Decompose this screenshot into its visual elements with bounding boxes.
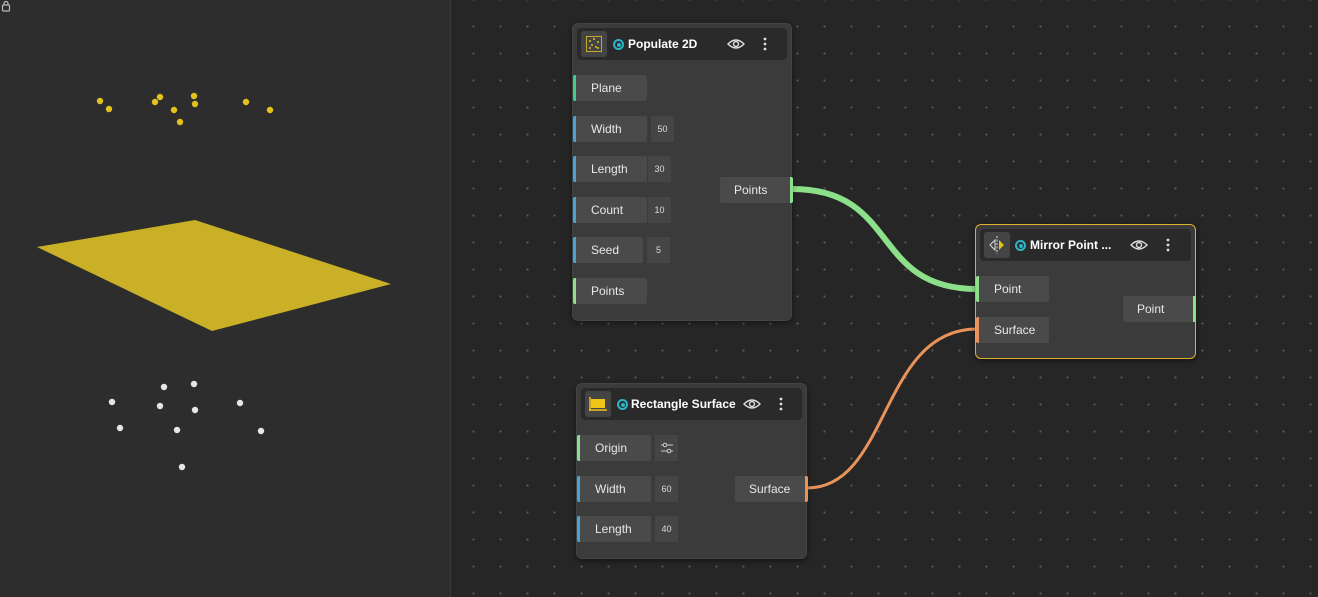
viewport-point <box>176 118 184 126</box>
viewport-point <box>156 402 164 410</box>
input-port-plane[interactable]: Plane <box>573 75 647 101</box>
viewport-point <box>96 97 104 105</box>
output-port-point[interactable]: Point <box>1123 296 1196 322</box>
viewport-point <box>173 426 181 434</box>
port-label: Origin <box>595 441 628 455</box>
status-dot-icon[interactable] <box>1015 240 1026 251</box>
viewport-point <box>151 98 159 106</box>
rectangle-surface-preview <box>37 220 391 331</box>
mirror-icon <box>984 232 1010 258</box>
port-label: Surface <box>749 482 791 496</box>
3d-viewport[interactable] <box>0 0 451 597</box>
eye-icon[interactable] <box>727 37 745 51</box>
viewport-point <box>242 98 250 106</box>
eye-icon[interactable] <box>1130 238 1148 252</box>
viewport-point <box>257 427 265 435</box>
value-field[interactable]: 5 <box>646 237 670 263</box>
port-label: Points <box>734 183 768 197</box>
source-points-group <box>108 380 265 471</box>
lock-icon[interactable] <box>0 0 12 12</box>
node-header[interactable]: Populate 2D <box>577 28 787 60</box>
kebab-menu-icon[interactable] <box>777 396 785 412</box>
input-port-width[interactable]: Width 50 <box>573 116 674 142</box>
port-label: Point <box>994 282 1022 296</box>
sliders-icon[interactable] <box>654 435 678 461</box>
port-label: Point <box>1137 302 1165 316</box>
status-dot-icon[interactable] <box>613 39 624 50</box>
input-port-surface[interactable]: Surface <box>976 317 1049 343</box>
value-field[interactable]: 50 <box>650 116 674 142</box>
node-title: Mirror Point ... <box>1030 238 1112 252</box>
input-port-width[interactable]: Width 60 <box>577 476 678 502</box>
input-port-origin[interactable]: Origin <box>577 435 678 461</box>
input-port-length[interactable]: Length 30 <box>573 156 671 182</box>
viewport-point <box>190 380 198 388</box>
port-label: Width <box>595 482 626 496</box>
node-header[interactable]: Mirror Point ... <box>980 229 1191 261</box>
viewport-point <box>116 424 124 432</box>
input-port-length[interactable]: Length 40 <box>577 516 678 542</box>
port-label: Surface <box>994 323 1036 337</box>
eye-icon[interactable] <box>743 397 761 411</box>
input-port-seed[interactable]: Seed 5 <box>573 237 670 263</box>
viewport-point <box>105 105 113 113</box>
output-port-surface[interactable]: Surface <box>735 476 808 502</box>
node-rectangle-surface[interactable]: Rectangle Surface Origin Width 60 Length… <box>576 383 808 559</box>
port-label: Width <box>591 122 622 136</box>
port-label: Length <box>591 162 628 176</box>
kebab-menu-icon[interactable] <box>1164 237 1172 253</box>
viewport-point <box>236 399 244 407</box>
kebab-menu-icon[interactable] <box>761 36 769 52</box>
node-populate-2d[interactable]: Populate 2D Plane Width 50 Length 30 Cou… <box>572 23 793 321</box>
port-label: Length <box>595 522 632 536</box>
mirrored-points-group <box>96 92 274 126</box>
value-field[interactable]: 30 <box>647 156 671 182</box>
node-title: Populate 2D <box>628 37 698 51</box>
viewport-point <box>108 398 116 406</box>
rectangle-icon <box>585 391 611 417</box>
value-field[interactable]: 10 <box>647 197 671 223</box>
port-label: Points <box>591 284 625 298</box>
viewport-point <box>160 383 168 391</box>
status-dot-icon[interactable] <box>617 399 628 410</box>
input-port-points[interactable]: Points <box>573 278 647 304</box>
viewport-point <box>178 463 186 471</box>
port-label: Count <box>591 203 624 217</box>
viewport-point <box>156 93 164 101</box>
value-field[interactable]: 60 <box>654 476 678 502</box>
value-field[interactable]: 40 <box>654 516 678 542</box>
input-port-count[interactable]: Count 10 <box>573 197 671 223</box>
output-port-points[interactable]: Points <box>720 177 793 203</box>
viewport-point <box>190 92 198 100</box>
node-header[interactable]: Rectangle Surface <box>581 388 802 420</box>
viewport-point <box>170 106 178 114</box>
input-port-point[interactable]: Point <box>976 276 1049 302</box>
port-label: Plane <box>591 81 622 95</box>
port-label: Seed <box>591 243 620 257</box>
scatter-points-icon <box>581 31 607 57</box>
viewport-point <box>266 106 274 114</box>
viewport-point <box>191 100 199 108</box>
node-mirror-point[interactable]: Mirror Point ... Point Surface Point <box>975 224 1196 359</box>
viewport-point <box>191 406 199 414</box>
viewport-scene <box>37 92 391 471</box>
node-title: Rectangle Surface <box>631 397 736 411</box>
